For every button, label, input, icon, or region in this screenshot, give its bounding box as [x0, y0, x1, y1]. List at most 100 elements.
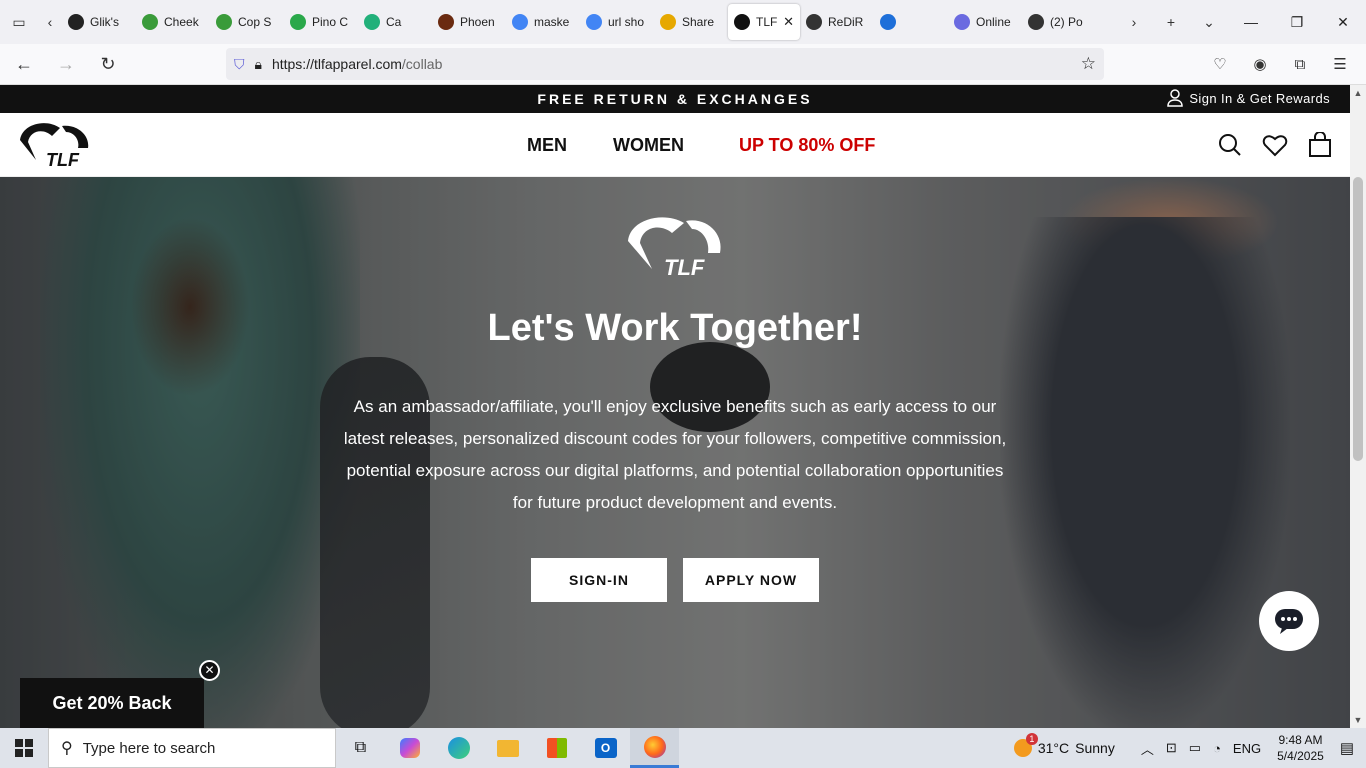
url-path: /collab: [401, 56, 443, 72]
window-controls: — ❐ ✕: [1228, 0, 1366, 44]
list-all-tabs-icon[interactable]: ⌄: [1190, 0, 1228, 44]
search-icon: ⚲: [61, 740, 73, 757]
browser-tab[interactable]: Pino C: [284, 4, 358, 40]
notifications-icon[interactable]: ▤: [1340, 739, 1354, 757]
shopping-bag-icon[interactable]: [1308, 132, 1332, 158]
browser-tab-bar: ▭ ‹ Glik's Cheek Cop S Pino C Ca Phoen maske ur…: [0, 0, 1366, 44]
browser-tab[interactable]: Glik's: [62, 4, 136, 40]
tab-list-icon[interactable]: ▭: [0, 0, 38, 44]
clock-time: 9:48 AM: [1278, 733, 1323, 747]
browser-tab[interactable]: maske: [506, 4, 580, 40]
back-icon[interactable]: ←: [6, 48, 42, 80]
search-placeholder: Type here to search: [82, 739, 216, 757]
tab-title: url sho: [608, 15, 645, 29]
system-tray: 1 31°C Sunny ︿ ⊡ ▭ ◔ ENG 9:48 AM 5/4/202…: [1013, 728, 1366, 768]
browser-tab[interactable]: TLF ✕: [728, 4, 800, 40]
blue-square-favicon-icon: [880, 14, 896, 30]
search-icon[interactable]: [1218, 133, 1242, 157]
browser-tab[interactable]: Online: [948, 4, 1022, 40]
promo-message: FREE RETURN & EXCHANGES: [537, 91, 813, 107]
wishlist-heart-icon[interactable]: [1262, 133, 1288, 157]
sign-in-label: Sign In & Get Rewards: [1189, 90, 1330, 106]
microsoft-store-icon[interactable]: [532, 728, 581, 768]
toolbar-right: ♡ ◉ ⧉ ☰: [1202, 48, 1358, 80]
task-view-icon[interactable]: ⧉: [336, 728, 385, 768]
page-scrollbar[interactable]: ▲ ▼: [1350, 85, 1366, 728]
windows-start-icon[interactable]: [0, 728, 48, 768]
language-indicator[interactable]: ENG: [1233, 741, 1261, 756]
hero-title: Let's Work Together!: [487, 307, 863, 349]
sun-icon: 1: [1013, 733, 1038, 757]
outlook-icon[interactable]: O: [581, 728, 630, 768]
lock-icon[interactable]: 🔒︎: [255, 56, 262, 73]
wifi-icon[interactable]: ◔: [1213, 741, 1221, 756]
hero-buttons: SIGN-IN APPLY NOW: [531, 558, 819, 602]
apply-now-button[interactable]: APPLY NOW: [683, 558, 819, 602]
browser-tab[interactable]: Ca: [358, 4, 432, 40]
cop-favicon-icon: [216, 14, 232, 30]
shield-icon[interactable]: ⛉: [234, 56, 245, 73]
chevron-up-icon[interactable]: ︿: [1141, 739, 1154, 758]
weather-temp: 31°C: [1037, 740, 1070, 756]
chat-button[interactable]: [1259, 591, 1319, 651]
user-icon: [1167, 89, 1184, 107]
edge-icon[interactable]: [434, 728, 483, 768]
pocket-icon[interactable]: ♡: [1202, 48, 1238, 80]
browser-tab[interactable]: url sho: [580, 4, 654, 40]
nav-women[interactable]: WOMEN: [613, 135, 684, 156]
account-icon[interactable]: ◉: [1242, 48, 1278, 80]
nav-sale[interactable]: UP TO 80% OFF: [739, 135, 875, 156]
taskbar-search-input[interactable]: ⚲ Type here to search: [48, 728, 336, 768]
bookmark-star-icon[interactable]: ☆: [1081, 54, 1096, 74]
scroll-tabs-right-icon[interactable]: ›: [1116, 0, 1152, 44]
minimize-icon[interactable]: —: [1228, 0, 1274, 44]
firefox-icon[interactable]: [630, 728, 679, 768]
star-favicon-icon: [660, 14, 676, 30]
browser-tab[interactable]: Cheek: [136, 4, 210, 40]
browser-tab[interactable]: Phoen: [432, 4, 506, 40]
browser-tab[interactable]: ReDiR: [800, 4, 874, 40]
google-favicon-icon: [586, 14, 602, 30]
nav-men[interactable]: MEN: [527, 135, 567, 156]
clock[interactable]: 9:48 AM 5/4/2025: [1277, 732, 1324, 764]
menu-icon[interactable]: ☰: [1322, 48, 1358, 80]
weather-text: Sunny: [1075, 740, 1115, 756]
meet-now-icon[interactable]: ⊡: [1166, 740, 1177, 756]
tabs-strip: Glik's Cheek Cop S Pino C Ca Phoen maske url sh…: [62, 0, 1116, 44]
forward-icon[interactable]: →: [48, 48, 84, 80]
hero-tlf-logo: TLF: [624, 213, 724, 284]
close-window-icon[interactable]: ✕: [1320, 0, 1366, 44]
promo-bar: FREE RETURN & EXCHANGES Sign In & Get Re…: [0, 85, 1350, 113]
weather-widget[interactable]: 1 31°C Sunny: [1013, 733, 1115, 757]
browser-tab[interactable]: (2) Po: [1022, 4, 1096, 40]
url-bar[interactable]: ⛉ 🔒︎ https://tlfapparel.com/collab ☆: [226, 48, 1104, 80]
extensions-icon[interactable]: ⧉: [1282, 48, 1318, 80]
tlf-logo[interactable]: TLF: [16, 120, 90, 175]
reload-icon[interactable]: ↻: [90, 48, 126, 80]
browser-tab[interactable]: Share: [654, 4, 728, 40]
close-icon[interactable]: ✕: [199, 660, 220, 681]
browser-tab[interactable]: [874, 4, 948, 40]
tab-title: Glik's: [90, 15, 119, 29]
file-explorer-icon[interactable]: [483, 728, 532, 768]
get-20-back-button[interactable]: Get 20% Back: [20, 678, 204, 728]
weather-badge: 1: [1025, 733, 1038, 745]
close-tab-icon[interactable]: ✕: [783, 14, 794, 30]
glik-favicon-icon: [68, 14, 84, 30]
sign-in-button[interactable]: SIGN-IN: [531, 558, 667, 602]
browser-tab[interactable]: Cop S: [210, 4, 284, 40]
ca-favicon-icon: [364, 14, 380, 30]
scroll-tabs-left-icon[interactable]: ‹: [38, 0, 62, 44]
copilot-icon[interactable]: [385, 728, 434, 768]
new-tab-icon[interactable]: +: [1152, 0, 1190, 44]
restore-icon[interactable]: ❐: [1274, 0, 1320, 44]
sign-in-link[interactable]: Sign In & Get Rewards: [1167, 89, 1330, 107]
scrollbar-thumb[interactable]: [1353, 177, 1363, 461]
google-favicon-icon: [512, 14, 528, 30]
tab-title: Ca: [386, 15, 402, 29]
scroll-down-icon[interactable]: ▼: [1350, 712, 1366, 728]
scroll-up-icon[interactable]: ▲: [1350, 85, 1366, 101]
tab-title: (2) Po: [1050, 15, 1083, 29]
battery-icon[interactable]: ▭: [1189, 740, 1201, 756]
site-header: TLF MEN WOMEN UP TO 80% OFF: [0, 113, 1350, 177]
